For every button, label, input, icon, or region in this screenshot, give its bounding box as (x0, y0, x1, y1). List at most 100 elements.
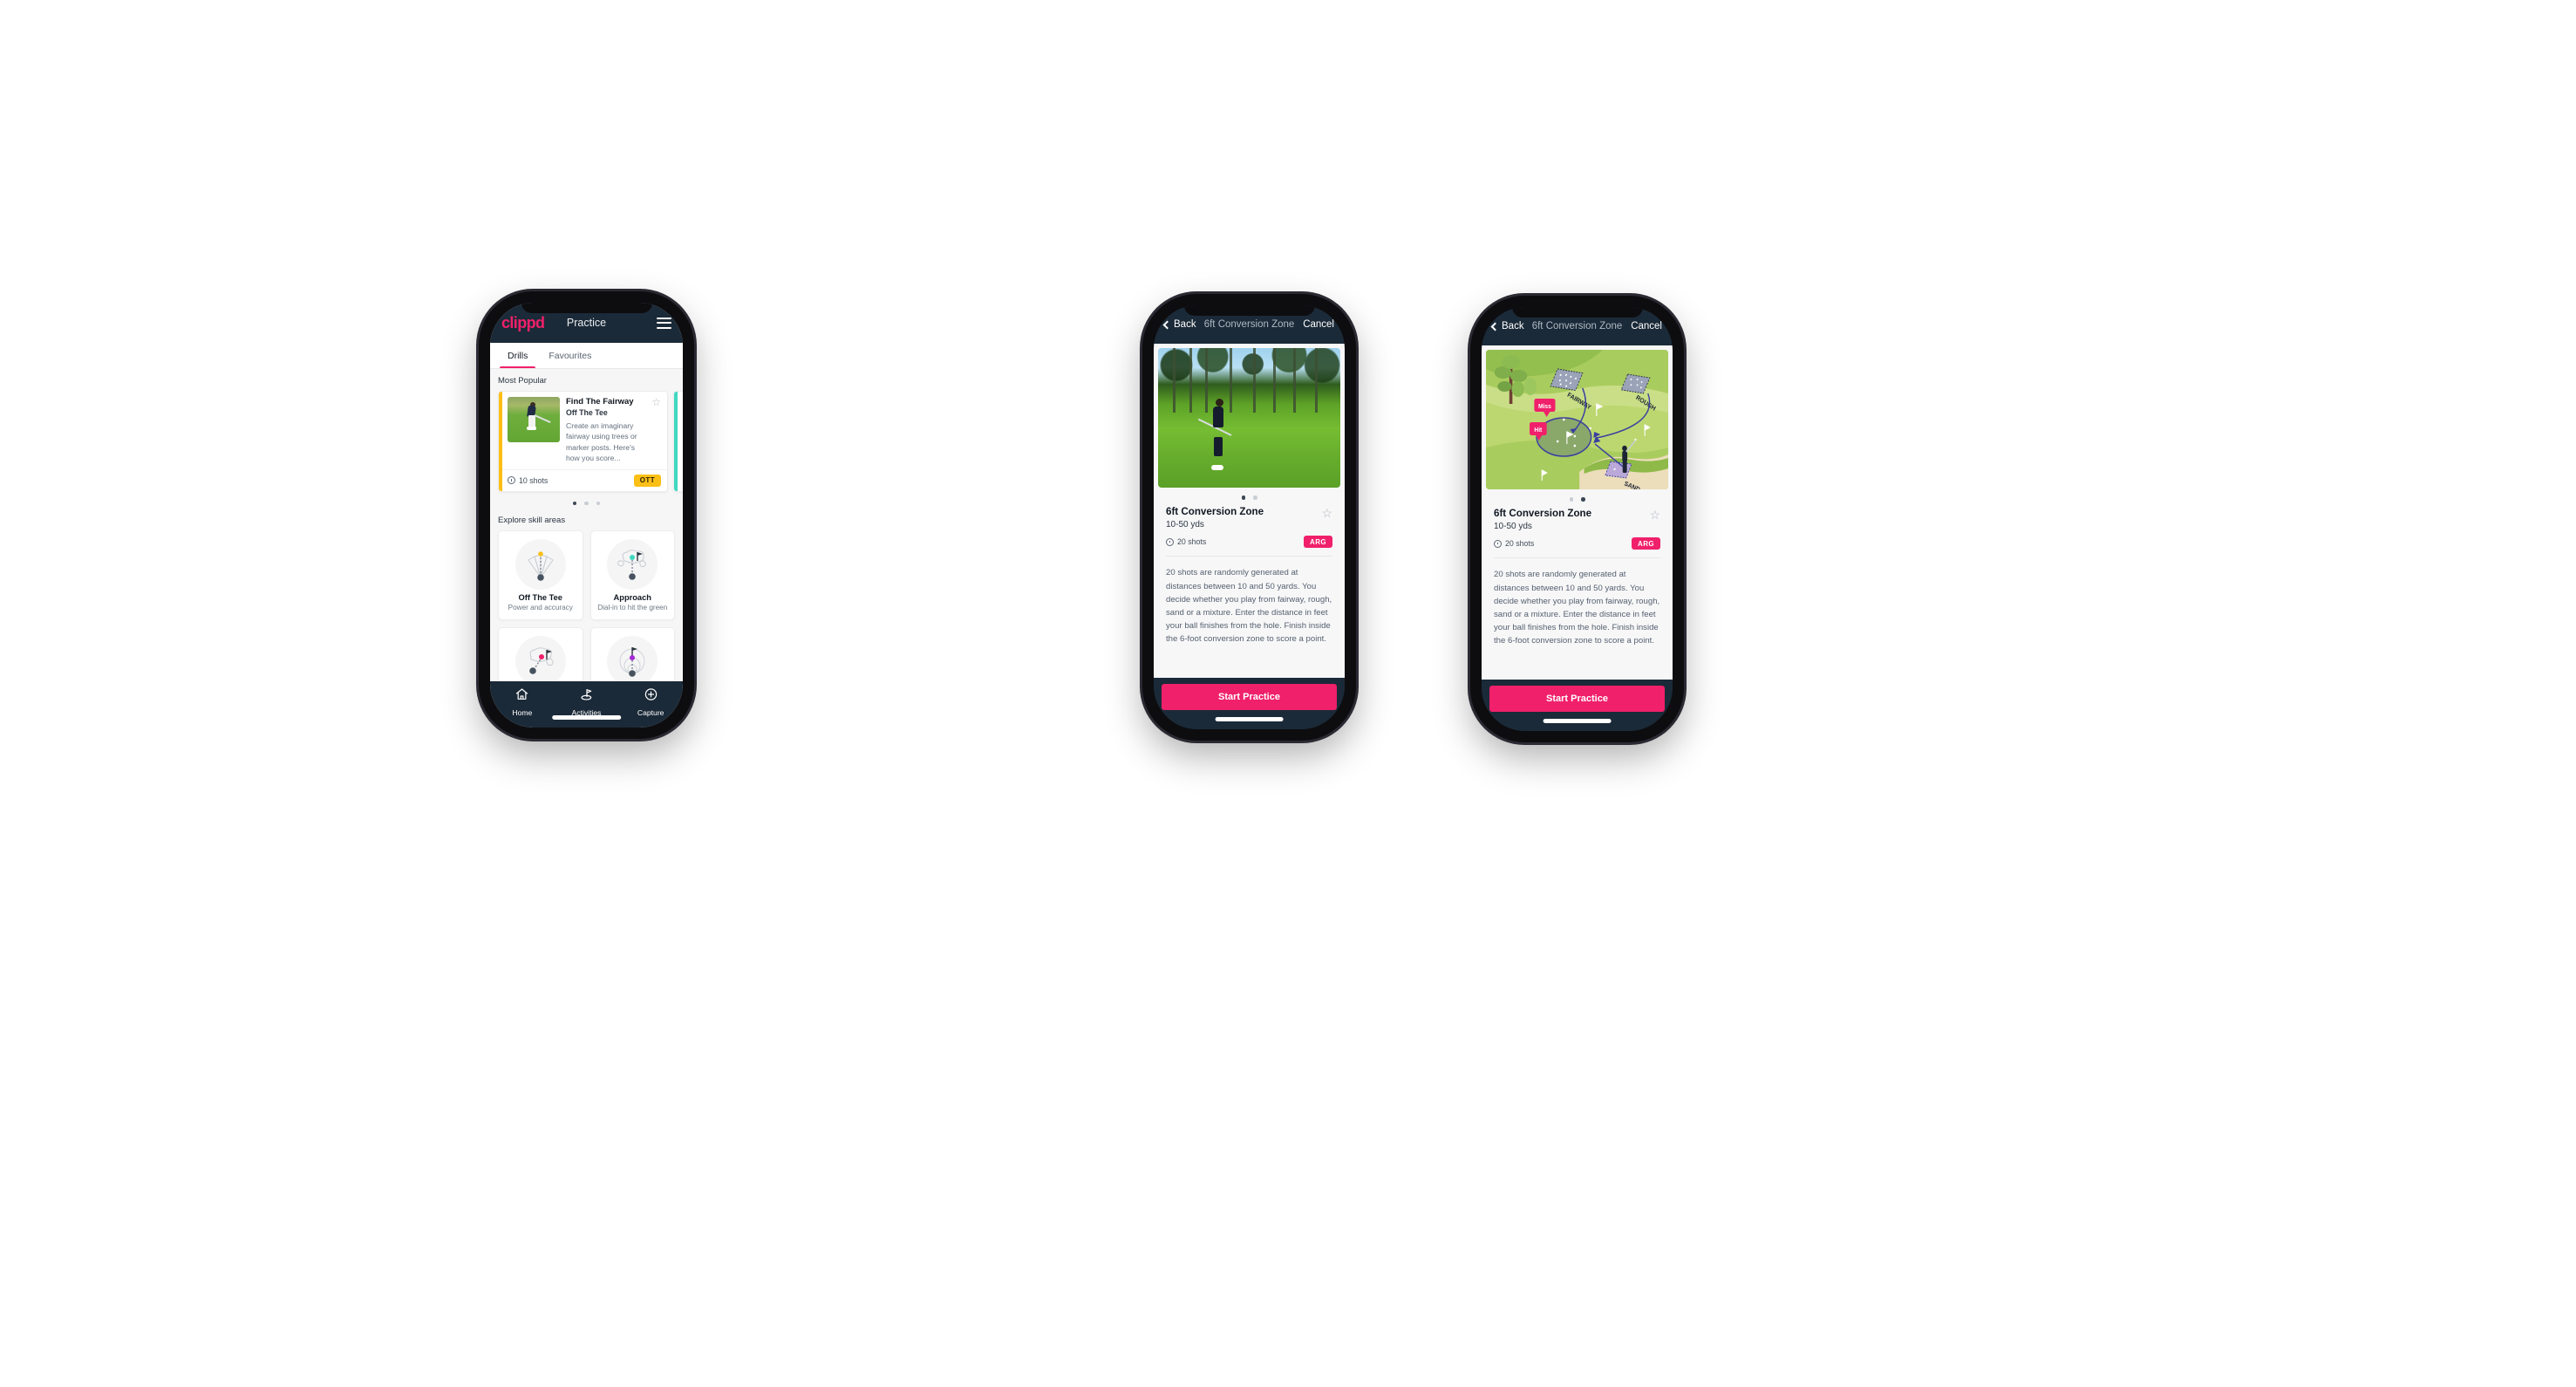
skill-card-around-the-green[interactable]: Around The Green Hone your short game (498, 627, 583, 681)
skill-subtitle: Power and accuracy (508, 604, 573, 612)
plus-circle-icon (644, 687, 658, 706)
bottom-navigation: Home Activities Capture (490, 681, 683, 728)
drill-description: 20 shots are randomly generated at dista… (1494, 570, 1660, 646)
drill-shots-row: 20 shots ARG (1158, 530, 1340, 549)
skill-areas-grid: Off The Tee Power and accuracy Approach … (498, 530, 675, 681)
skill-badge: ARG (1304, 536, 1332, 549)
media-dot[interactable] (1581, 497, 1585, 502)
clippd-logo[interactable]: clippd (501, 315, 545, 331)
clock-icon (1166, 537, 1174, 546)
drill-description: Create an imaginary fairway using trees … (566, 420, 637, 463)
shots-label: 10 shots (519, 475, 549, 485)
skill-title: Approach (613, 593, 651, 603)
carousel-dot[interactable] (596, 501, 601, 506)
phone-mockup-drill-detail-video: Back 6ft Conversion Zone Cancel 6ft Conv… (1142, 294, 1356, 741)
media-dots[interactable] (1486, 489, 1668, 508)
carousel-dot[interactable] (584, 501, 589, 506)
golfer-pitching-photo[interactable] (1158, 348, 1340, 488)
drill-distance: 10-50 yds (1166, 520, 1204, 530)
phone-mockup-drill-detail-diagram: Back 6ft Conversion Zone Cancel FAIRWAY … (1470, 296, 1684, 742)
golf-flag-icon (579, 687, 595, 706)
nav-label: Capture (637, 708, 664, 717)
home-icon (515, 687, 529, 706)
star-outline-icon[interactable]: ☆ (1321, 506, 1332, 519)
star-outline-icon[interactable]: ☆ (651, 397, 661, 407)
shots-count: 20 shots (1494, 539, 1534, 548)
media-dot[interactable] (1253, 495, 1257, 500)
drill-card-find-the-fairway[interactable]: ☆ Find The Fairway Off The Tee Create an… (498, 391, 668, 492)
drill-title: 6ft Conversion Zone (1494, 507, 1592, 519)
media-dots[interactable] (1158, 488, 1340, 506)
shots-label: 20 shots (1177, 537, 1207, 547)
section-title-skill-areas: Explore skill areas (498, 516, 566, 526)
back-label: Back (1174, 319, 1196, 330)
device-notch (1511, 307, 1643, 318)
media-dot[interactable] (1241, 495, 1245, 500)
skill-subtitle: Dial-in to hit the green (597, 604, 668, 612)
drill-shots-row: 20 shots ARG (1486, 531, 1668, 550)
driver-dispersion-icon (515, 539, 566, 591)
device-notch (1183, 305, 1315, 316)
home-indicator (1543, 719, 1612, 723)
start-practice-button[interactable]: Start Practice (1489, 686, 1665, 712)
drill-title: Find The Fairway (566, 397, 634, 407)
svg-text:Hit: Hit (1534, 427, 1543, 434)
chip-to-green-icon (515, 636, 566, 681)
nav-label: Home (512, 708, 533, 717)
putting-rings-icon (607, 636, 658, 681)
shots-count: 20 shots (1166, 537, 1206, 546)
green-approach-icon (607, 539, 658, 591)
drill-description: 20 shots are randomly generated at dista… (1166, 568, 1332, 645)
practice-content: Most Popular ☆ Find The Fairway Off The … (490, 369, 683, 681)
nav-item-capture[interactable]: Capture (618, 687, 683, 717)
star-outline-icon[interactable]: ☆ (1649, 508, 1660, 521)
skill-card-approach[interactable]: Approach Dial-in to hit the green (589, 530, 675, 621)
home-indicator (551, 715, 622, 720)
drill-thumbnail (508, 397, 560, 442)
skill-title: Off The Tee (518, 593, 562, 603)
back-button[interactable]: Back (1162, 319, 1196, 330)
nav-item-home[interactable]: Home (490, 687, 555, 717)
cta-container: Start Practice (1154, 678, 1345, 729)
svg-text:Miss: Miss (1538, 403, 1551, 410)
screenshot-canvas: clippd Practice Drills Favourites Most P… (0, 0, 2576, 1387)
shots-label: 20 shots (1505, 539, 1535, 549)
chevron-left-icon (1162, 320, 1172, 329)
hamburger-menu-icon[interactable] (657, 317, 671, 329)
phone-mockup-practice-list: clippd Practice Drills Favourites Most P… (479, 291, 694, 739)
tab-drills[interactable]: Drills (497, 343, 538, 368)
skill-badge: OTT (633, 474, 661, 487)
back-button[interactable]: Back (1490, 321, 1524, 331)
start-practice-button[interactable]: Start Practice (1162, 684, 1337, 710)
drill-info-pane: 6ft Conversion Zone 10-50 yds ☆ 20 shots… (1158, 488, 1340, 678)
drill-category: Off The Tee (566, 407, 608, 417)
shots-count: 10 shots (508, 476, 548, 485)
cancel-button[interactable]: Cancel (1303, 319, 1334, 330)
carousel-dots[interactable] (498, 492, 675, 516)
nav-item-activities[interactable]: Activities (555, 687, 619, 717)
chevron-left-icon (1490, 322, 1500, 331)
clock-icon (508, 476, 515, 485)
cta-container: Start Practice (1482, 680, 1673, 731)
drill-header: 6ft Conversion Zone 10-50 yds ☆ (1486, 508, 1668, 532)
clock-icon (1494, 539, 1502, 548)
back-label: Back (1502, 321, 1524, 331)
drill-title: 6ft Conversion Zone (1166, 505, 1264, 517)
tab-favourites[interactable]: Favourites (538, 343, 602, 368)
drill-info-pane: 6ft Conversion Zone 10-50 yds ☆ 20 shots… (1486, 489, 1668, 680)
carousel-dot[interactable] (572, 501, 577, 506)
section-title-most-popular: Most Popular (498, 376, 547, 386)
skill-badge: ARG (1632, 537, 1660, 550)
drill-card-next-peek[interactable] (673, 391, 683, 492)
skill-card-putting[interactable]: Putting Make and lag practice (589, 627, 675, 681)
card-accent-bar (499, 392, 502, 491)
media-dot[interactable] (1569, 497, 1573, 502)
most-popular-carousel[interactable]: ☆ Find The Fairway Off The Tee Create an… (498, 391, 683, 492)
skill-card-off-the-tee[interactable]: Off The Tee Power and accuracy (498, 530, 583, 621)
cancel-button[interactable]: Cancel (1631, 321, 1662, 331)
course-lie-diagram[interactable]: FAIRWAY ROUGH SAND Miss Hit (1486, 350, 1668, 489)
home-indicator (1215, 717, 1284, 721)
drill-header: 6ft Conversion Zone 10-50 yds ☆ (1158, 506, 1340, 530)
drill-sheet: FAIRWAY ROUGH SAND Miss Hit 6ft Conversi… (1482, 345, 1673, 680)
device-notch (521, 303, 652, 313)
